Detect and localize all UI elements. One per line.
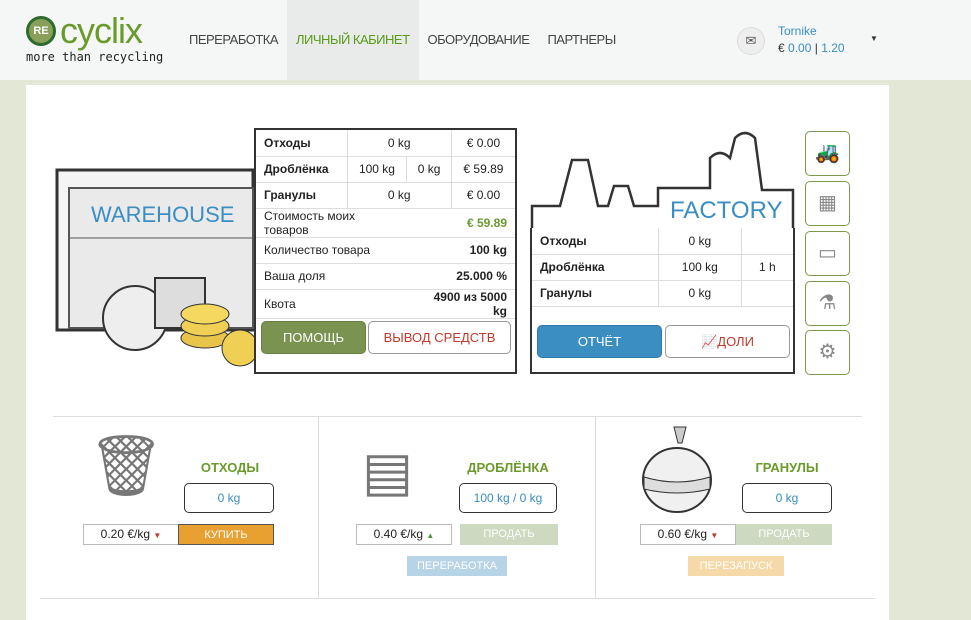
nav-cabinet[interactable]: ЛИЧНЫЙ КАБИНЕТ (287, 0, 419, 80)
caret-down-icon: ▼ (153, 531, 162, 540)
chevron-down-icon[interactable]: ▼ (870, 34, 878, 43)
table-row: Гранулы 0 kg (532, 280, 793, 307)
product-qty: 0 kg (184, 483, 274, 513)
recycle-button[interactable]: ПЕРЕРАБОТКА (407, 556, 507, 576)
sell-button[interactable]: ПРОДАТЬ (736, 524, 832, 545)
warehouse-label: WAREHOUSE (91, 202, 234, 227)
logo-tagline: more than recycling (26, 50, 164, 64)
forklift-icon[interactable]: 🚜 (805, 131, 850, 176)
gear-icon[interactable]: ⚙ (805, 330, 850, 375)
table-row: Дроблёнка 100 kg 0 kg € 59.89 (256, 156, 515, 183)
table-row: Гранулы 0 kg € 0.00 (256, 182, 515, 209)
buy-button[interactable]: КУПИТЬ (178, 524, 274, 545)
crate-icon[interactable]: ▭ (805, 231, 850, 276)
top-navbar: RE cyclix more than recycling ПЕРЕРАБОТК… (0, 0, 971, 80)
table-row: Отходы 0 kg (532, 228, 793, 255)
product-qty: 100 kg / 0 kg (459, 483, 557, 513)
product-title: ДРОБЛЁНКА (467, 460, 549, 475)
divider (40, 598, 875, 599)
warehouse-illustration: WAREHOUSE (55, 168, 255, 367)
trash-can-icon: 🗑 (88, 432, 165, 499)
crate-icon: ▤ (362, 442, 414, 502)
user-name[interactable]: Tornike (778, 24, 817, 38)
logo-name: cyclix (60, 10, 143, 51)
machine-icon[interactable]: ⚗ (805, 281, 850, 326)
report-button[interactable]: ОТЧЁТ (537, 325, 662, 358)
sack-icon (642, 426, 712, 513)
caret-down-icon: ▼ (710, 531, 719, 540)
help-button[interactable]: ПОМОЩЬ (261, 321, 366, 354)
chart-line-icon: 📈 (701, 334, 718, 349)
stat-row: Ваша доля 25.000 % (256, 263, 515, 290)
user-balance: € 0.00 | 1.20 (778, 41, 845, 55)
factory-illustration: FACTORY (530, 131, 795, 229)
divider (595, 416, 596, 598)
price-select[interactable]: 0.40 €/kg ▲ (356, 524, 452, 545)
logo-badge: RE (26, 16, 56, 46)
shares-button[interactable]: 📈ДОЛИ (665, 325, 790, 358)
product-title: ГРАНУЛЫ (755, 460, 819, 475)
price-select[interactable]: 0.60 €/kg ▼ (640, 524, 736, 545)
stat-row: Стоимость моих товаров € 59.89 (256, 208, 515, 238)
control-panel-icon[interactable]: ▦ (805, 181, 850, 226)
caret-up-icon: ▲ (426, 531, 435, 540)
table-row: Отходы 0 kg € 0.00 (256, 130, 515, 157)
nav-recycling[interactable]: ПЕРЕРАБОТКА (180, 0, 287, 80)
nav-equipment[interactable]: ОБОРУДОВАНИЕ (419, 0, 539, 80)
warehouse-table: Отходы 0 kg € 0.00 Дроблёнка 100 kg 0 kg € 59… (254, 128, 517, 374)
stat-row: Квота 4900 из 5000 kg (256, 289, 515, 319)
table-row: Дроблёнка 100 kg 1 h (532, 254, 793, 281)
stat-row: Количество товара 100 kg (256, 237, 515, 264)
divider (318, 416, 319, 598)
restart-button[interactable]: ПЕРЕЗАПУСК (688, 556, 784, 576)
main-nav: ПЕРЕРАБОТКА ЛИЧНЫЙ КАБИНЕТ ОБОРУДОВАНИЕ … (180, 0, 625, 80)
product-title: ОТХОДЫ (200, 460, 260, 475)
factory-label: FACTORY (670, 197, 782, 224)
factory-panel: FACTORY Отходы 0 kg Дроблёнка 100 kg 1 h Гр… (530, 128, 795, 374)
price-select[interactable]: 0.20 €/kg ▼ (83, 524, 179, 545)
product-qty: 0 kg (742, 483, 832, 513)
nav-partners[interactable]: ПАРТНЕРЫ (538, 0, 624, 80)
withdraw-button[interactable]: ВЫВОД СРЕДСТВ (368, 321, 511, 354)
mail-icon[interactable]: ✉ (737, 27, 765, 55)
sell-button[interactable]: ПРОДАТЬ (460, 524, 558, 545)
